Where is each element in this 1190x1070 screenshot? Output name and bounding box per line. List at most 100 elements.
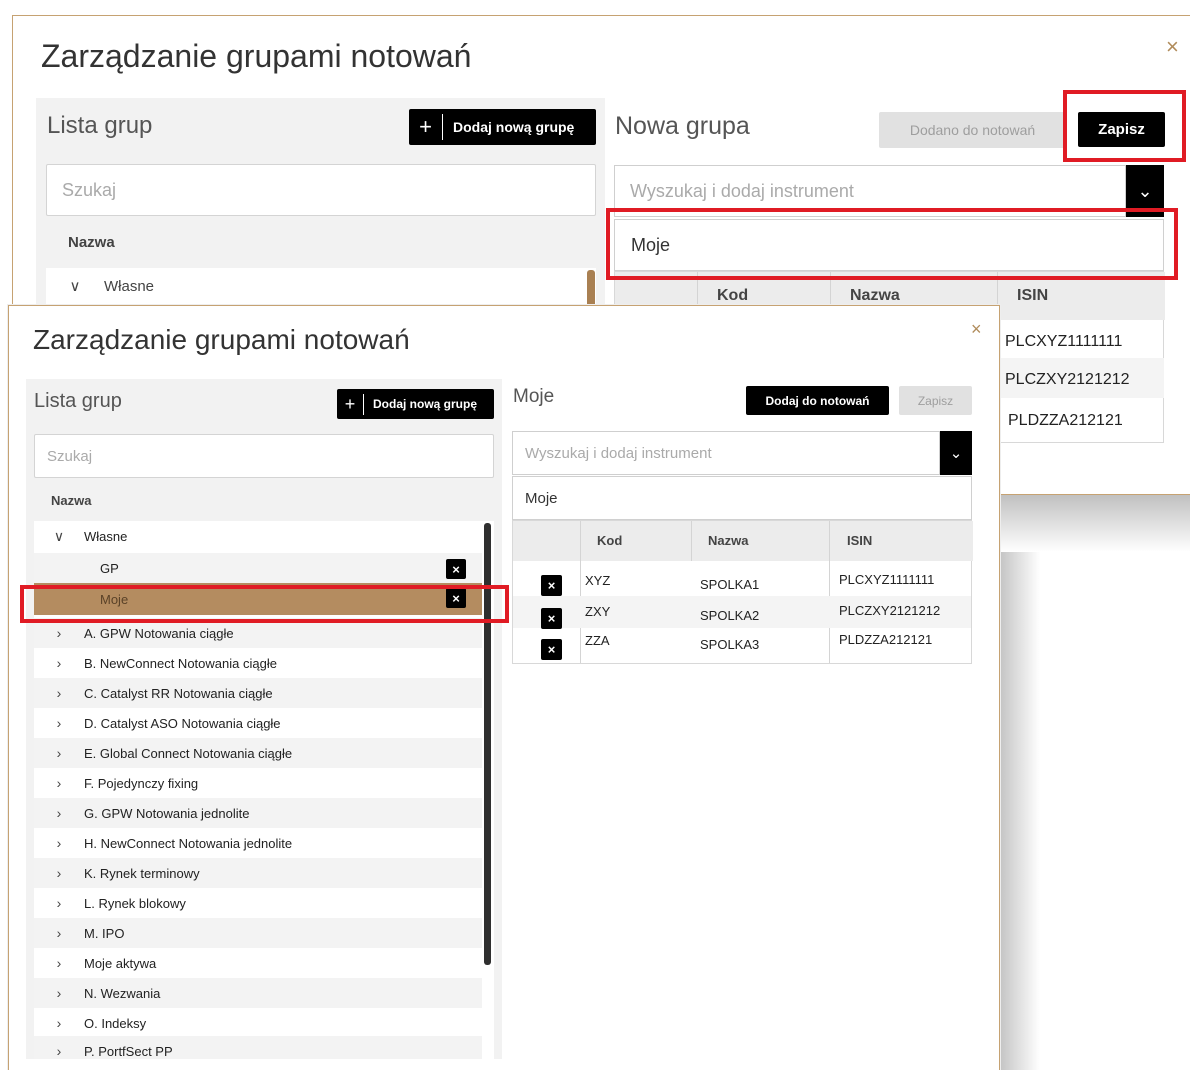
instrument-search-input[interactable]: Wyszukaj i dodaj instrument (614, 165, 1126, 217)
chevron-right-icon: › (56, 925, 62, 941)
tree-item[interactable]: › E. Global Connect Notowania ciągłe (34, 738, 482, 768)
scrollbar[interactable] (587, 270, 595, 310)
instrument-table: Kod Nazwa ISIN × XYZ SPOLKA1 PLCXYZ1111111 ×… (512, 520, 973, 664)
chevron-right-icon: › (56, 715, 62, 731)
tree-item-label: F. Pojedynczy fixing (84, 775, 199, 791)
tree-item[interactable]: › P. PortfSect PP (34, 1036, 482, 1059)
column-header-isin: ISIN (1017, 287, 1049, 304)
instrument-search-input[interactable]: Wyszukaj i dodaj instrument (512, 431, 940, 475)
tree-item-label: GP (100, 560, 119, 576)
chevron-down-icon[interactable]: ⌄ (1126, 165, 1164, 217)
nazwa-cell: SPOLKA3 (700, 637, 760, 652)
close-icon[interactable]: × (971, 320, 982, 338)
nazwa-cell: SPOLKA1 (700, 577, 760, 592)
add-to-quotes-button[interactable]: Dodaj do notowań (746, 386, 889, 415)
new-group-title: Nowa grupa (615, 112, 750, 140)
group-name-field[interactable]: Moje (512, 476, 972, 520)
column-header-kod: Kod (717, 287, 749, 304)
tree-item-label: E. Global Connect Notowania ciągłe (84, 745, 293, 761)
column-divider (829, 521, 830, 663)
kod-cell: XYZ (585, 573, 611, 588)
close-icon[interactable]: × (1166, 36, 1179, 58)
isin-cell: PLCXYZ1111111 (839, 572, 935, 587)
column-header-kod: Kod (597, 533, 623, 548)
tree-item[interactable]: ∨ Własne (34, 521, 482, 551)
remove-instrument-icon[interactable]: × (541, 608, 562, 629)
isin-cell: PLCZXY2121212 (839, 603, 941, 618)
tree-item[interactable]: › A. GPW Notowania ciągłe (34, 618, 482, 648)
chevron-right-icon: › (56, 865, 62, 881)
tree-item-label: M. IPO (84, 925, 125, 941)
remove-instrument-icon[interactable]: × (541, 639, 562, 660)
delete-group-icon[interactable]: × (446, 559, 466, 579)
chevron-right-icon: › (56, 1043, 62, 1059)
chevron-right-icon: › (56, 625, 62, 641)
add-group-label: Dodaj nową grupę (453, 119, 575, 135)
save-button[interactable]: Zapisz (899, 386, 972, 415)
column-header-name: Nazwa (51, 493, 92, 508)
isin-cell: PLCZXY2121212 (1005, 371, 1130, 388)
column-header-name: Nazwa (68, 234, 115, 251)
tree-item[interactable]: › M. IPO (34, 918, 482, 948)
panel-title: Lista grup (34, 390, 122, 412)
tree-item[interactable]: › N. Wezwania (34, 978, 482, 1008)
group-tree: ∨ Własne GP × Moje × › A. GPW Notowania ciągłe ›… (34, 521, 494, 1059)
tree-item[interactable]: › K. Rynek terminowy (34, 858, 482, 888)
chevron-right-icon: › (56, 655, 62, 671)
column-header-isin: ISIN (847, 533, 873, 548)
dialog-shadow (998, 492, 1190, 552)
tree-item[interactable]: GP × (34, 553, 482, 583)
save-button[interactable]: Zapisz (1078, 112, 1165, 147)
dialog-shadow (1000, 530, 1040, 1070)
chevron-right-icon: › (56, 775, 62, 791)
tree-item-label: B. NewConnect Notowania ciągłe (84, 655, 277, 671)
add-group-label: Dodaj nową grupę (373, 397, 478, 411)
chevron-down-icon: ∨ (69, 278, 81, 295)
column-divider (580, 521, 581, 663)
delete-group-icon[interactable]: × (446, 588, 466, 608)
added-to-quotes-button[interactable]: Dodano do notowań (879, 112, 1066, 148)
chevron-right-icon: › (56, 805, 62, 821)
tree-item-label: P. PortfSect PP (84, 1043, 173, 1059)
kod-cell: ZXY (585, 604, 611, 619)
tree-item-label: Własne (84, 528, 128, 544)
tree-item[interactable]: › H. NewConnect Notowania jednolite (34, 828, 482, 858)
chevron-down-icon[interactable]: ⌄ (940, 431, 972, 475)
tree-item[interactable]: › Moje aktywa (34, 948, 482, 978)
tree-item[interactable]: › L. Rynek blokowy (34, 888, 482, 918)
tree-item[interactable]: › D. Catalyst ASO Notowania ciągłe (34, 708, 482, 738)
tree-item-label: K. Rynek terminowy (84, 865, 200, 881)
chevron-down-icon: ∨ (53, 527, 65, 544)
tree-item-label: D. Catalyst ASO Notowania ciągłe (84, 715, 281, 731)
chevron-right-icon: › (56, 745, 62, 761)
chevron-right-icon: › (56, 955, 62, 971)
group-search-input[interactable]: Szukaj (46, 164, 596, 216)
chevron-right-icon: › (56, 1015, 62, 1031)
tree-item[interactable]: › C. Catalyst RR Notowania ciągłe (34, 678, 482, 708)
tree-item[interactable]: › O. Indeksy (34, 1008, 482, 1038)
remove-instrument-icon[interactable]: × (541, 575, 562, 596)
scrollbar[interactable] (484, 523, 491, 965)
tree-item[interactable]: › G. GPW Notowania jednolite (34, 798, 482, 828)
dropdown-option-moje[interactable]: Moje (614, 219, 1164, 271)
isin-cell: PLCXYZ1111111 (1005, 333, 1123, 350)
group-list-panel: Lista grup + Dodaj nową grupę Szukaj Naz… (26, 379, 502, 1059)
plus-icon: + (337, 393, 364, 415)
add-group-button[interactable]: + Dodaj nową grupę (409, 109, 596, 145)
tree-item[interactable]: › B. NewConnect Notowania ciągłe (34, 648, 482, 678)
tree-item-wlasne[interactable]: ∨ Własne (46, 268, 586, 304)
tree-item-label: Moje (100, 591, 129, 607)
chevron-right-icon: › (56, 685, 62, 701)
add-group-button[interactable]: + Dodaj nową grupę (337, 389, 494, 419)
tree-item-label: H. NewConnect Notowania jednolite (84, 835, 293, 851)
column-divider (691, 521, 692, 561)
front-dialog: Zarządzanie grupami notowań × Lista grup… (8, 305, 1000, 1070)
panel-title: Lista grup (47, 112, 153, 139)
plus-icon: + (409, 114, 443, 140)
tree-item[interactable]: › F. Pojedynczy fixing (34, 768, 482, 798)
column-header-nazwa: Nazwa (850, 287, 900, 304)
group-name-title: Moje (513, 386, 555, 407)
group-search-input[interactable]: Szukaj (34, 434, 494, 478)
tree-item-label: O. Indeksy (84, 1015, 147, 1031)
tree-item[interactable]: Moje × (34, 583, 482, 615)
